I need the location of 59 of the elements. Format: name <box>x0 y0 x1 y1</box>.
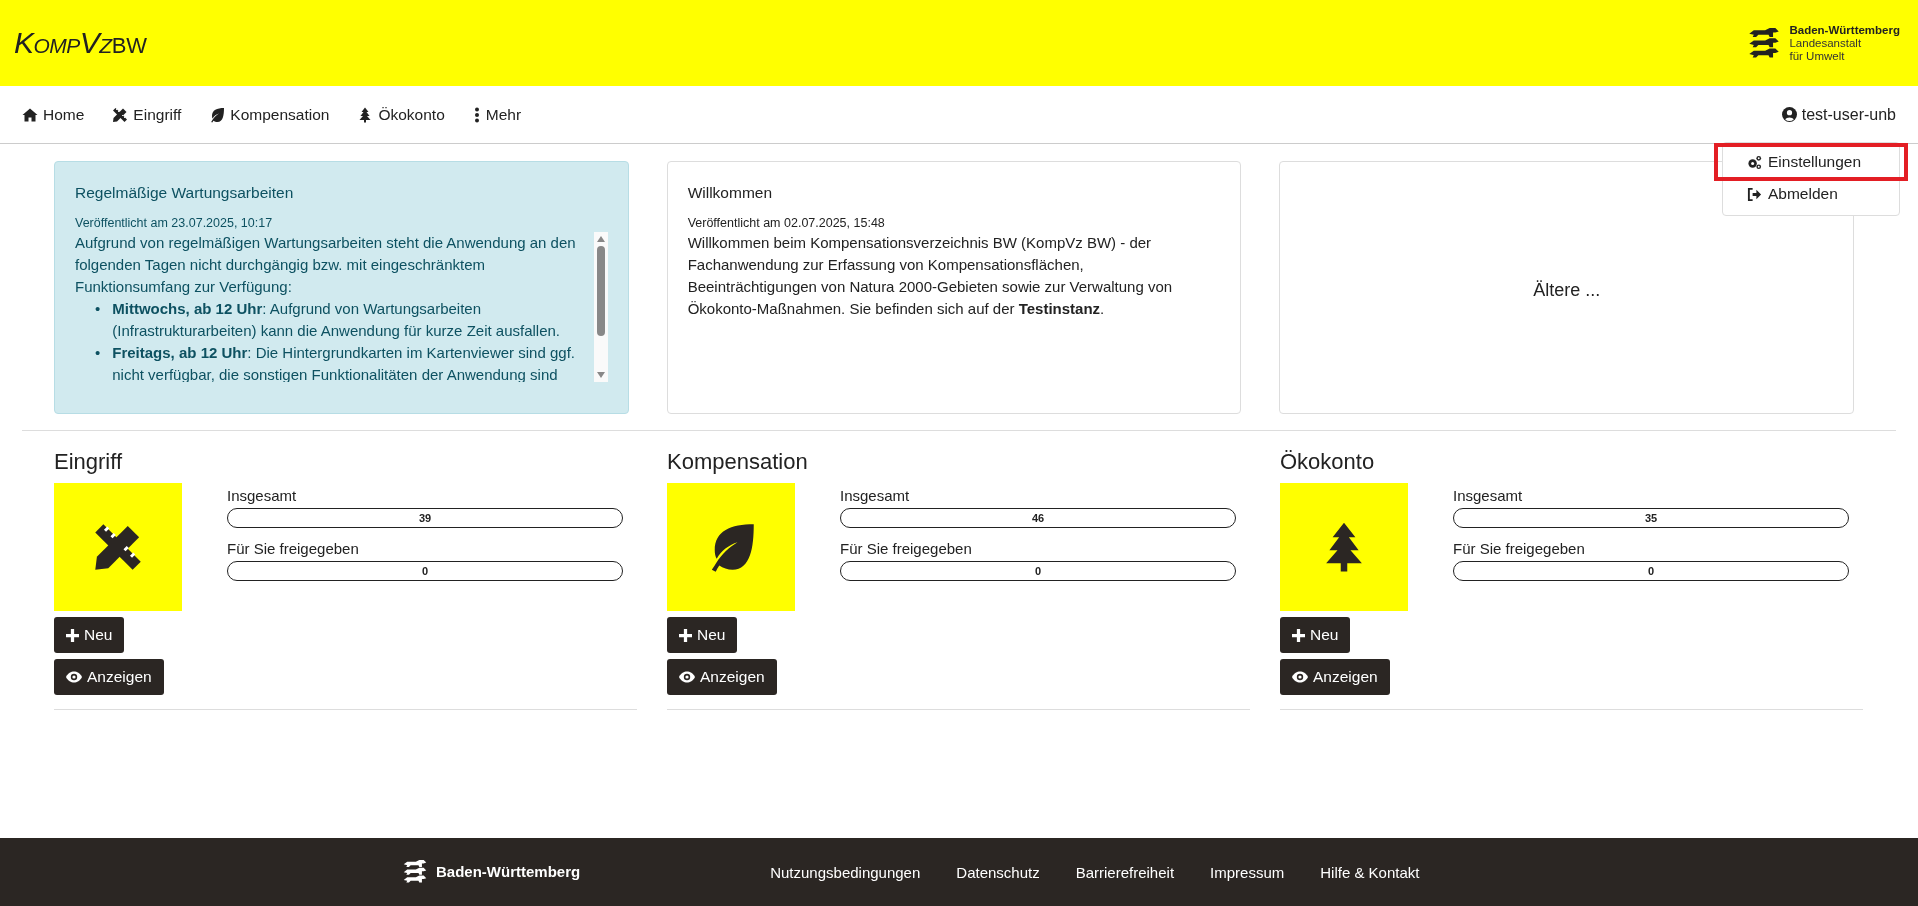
footer-link[interactable]: Impressum <box>1210 863 1285 881</box>
card-title: Regelmäßige Wartungsarbeiten <box>75 184 295 202</box>
user-menu[interactable]: test-user-unb <box>1781 105 1896 124</box>
nav-link[interactable]: Kompensation <box>209 105 330 124</box>
section-title: Ökokonto <box>1280 449 1376 475</box>
list-item: Mittwochs, ab 12 Uhr: Aufgrund von Wartungsarbeiten (Infrastrukturarbeiten) kann die Anwendung für kurze Zeit ausfallen. <box>112 299 561 341</box>
card-text: Aufgrund von regelmäßigen Wartungsarbeiten steht die Anwendung an den folgenden Tagen nicht durchgängig bzw. mit eingeschränktem Funktionsumfang zur Verfügung: <box>75 233 577 297</box>
eye-icon <box>679 671 695 683</box>
new-button[interactable]: Neu <box>667 617 738 653</box>
footer-link[interactable]: Datenschutz <box>956 863 1040 881</box>
pencil-ruler-icon <box>112 106 129 123</box>
pencil-ruler-icon <box>92 521 144 573</box>
new-button[interactable]: Neu <box>1280 617 1351 653</box>
app-logo[interactable]: KompVzBW <box>14 26 148 60</box>
section-title: Eingriff <box>54 449 124 475</box>
organization-name: Landesanstalt <box>1789 36 1863 50</box>
view-button[interactable]: Anzeigen <box>54 659 164 695</box>
stat-label: Insgesamt <box>840 487 911 504</box>
scroll-down-icon[interactable] <box>596 372 605 378</box>
nav-link[interactable]: Home <box>22 105 85 124</box>
eye-icon <box>1292 671 1308 683</box>
eye-icon <box>66 671 82 683</box>
stat-label: Für Sie freigegeben <box>840 540 973 557</box>
publish-date: Veröffentlicht am 23.07.2025, 10:17 <box>75 216 274 230</box>
sign-out-icon <box>1747 186 1762 202</box>
footer-brand: Baden-Württemberg <box>436 863 581 881</box>
more-vertical-icon <box>472 106 481 123</box>
view-button[interactable]: Anzeigen <box>667 659 777 695</box>
bullet-marker: • <box>95 343 101 363</box>
card-text: Willkommen beim Kompensationsverzeichnis BW (KompVz BW) - der Fachanwendung zur Erfassung von Kompensationsflächen, Beeinträchtigungen von Natura 2000-Gebieten sowie zur Verwaltung von Ökokonto-Maßnahmen. Sie befinden sich auf der Testinstanz. <box>687 233 1174 319</box>
publish-date: Veröffentlicht am 02.07.2025, 15:48 <box>687 216 886 230</box>
nav-link[interactable]: Ökokonto <box>357 105 445 124</box>
settings-icon <box>1747 154 1762 170</box>
organization-name: für Umwelt <box>1789 49 1846 63</box>
home-icon <box>22 106 38 123</box>
scrollbar[interactable] <box>593 232 608 382</box>
plus-icon <box>1292 628 1305 642</box>
nav-link[interactable]: Mehr <box>472 105 522 124</box>
footer-link[interactable]: Nutzungsbedingungen <box>770 863 921 881</box>
leaf-icon <box>209 106 226 123</box>
view-button[interactable]: Anzeigen <box>1280 659 1390 695</box>
lion-emblem-icon <box>1747 27 1782 59</box>
card-title: Willkommen <box>687 184 774 202</box>
stat-label: Insgesamt <box>1453 487 1524 504</box>
scroll-up-icon[interactable] <box>596 236 605 242</box>
stat-label: Für Sie freigegeben <box>1453 540 1586 557</box>
stat-label: Insgesamt <box>227 487 298 504</box>
stat-label: Für Sie freigegeben <box>227 540 360 557</box>
footer-link[interactable]: Hilfe & Kontakt <box>1320 863 1420 881</box>
section-title: Kompensation <box>667 449 809 475</box>
user-icon <box>1781 107 1797 122</box>
nav-link[interactable]: Eingriff <box>112 105 182 124</box>
plus-icon <box>66 628 79 642</box>
organization-name: Baden-Württemberg <box>1789 23 1900 37</box>
new-button[interactable]: Neu <box>54 617 125 653</box>
plus-icon <box>679 628 692 642</box>
lion-emblem-icon <box>402 860 428 884</box>
bullet-marker: • <box>95 299 101 319</box>
footer-link[interactable]: Barrierefreiheit <box>1075 863 1175 881</box>
